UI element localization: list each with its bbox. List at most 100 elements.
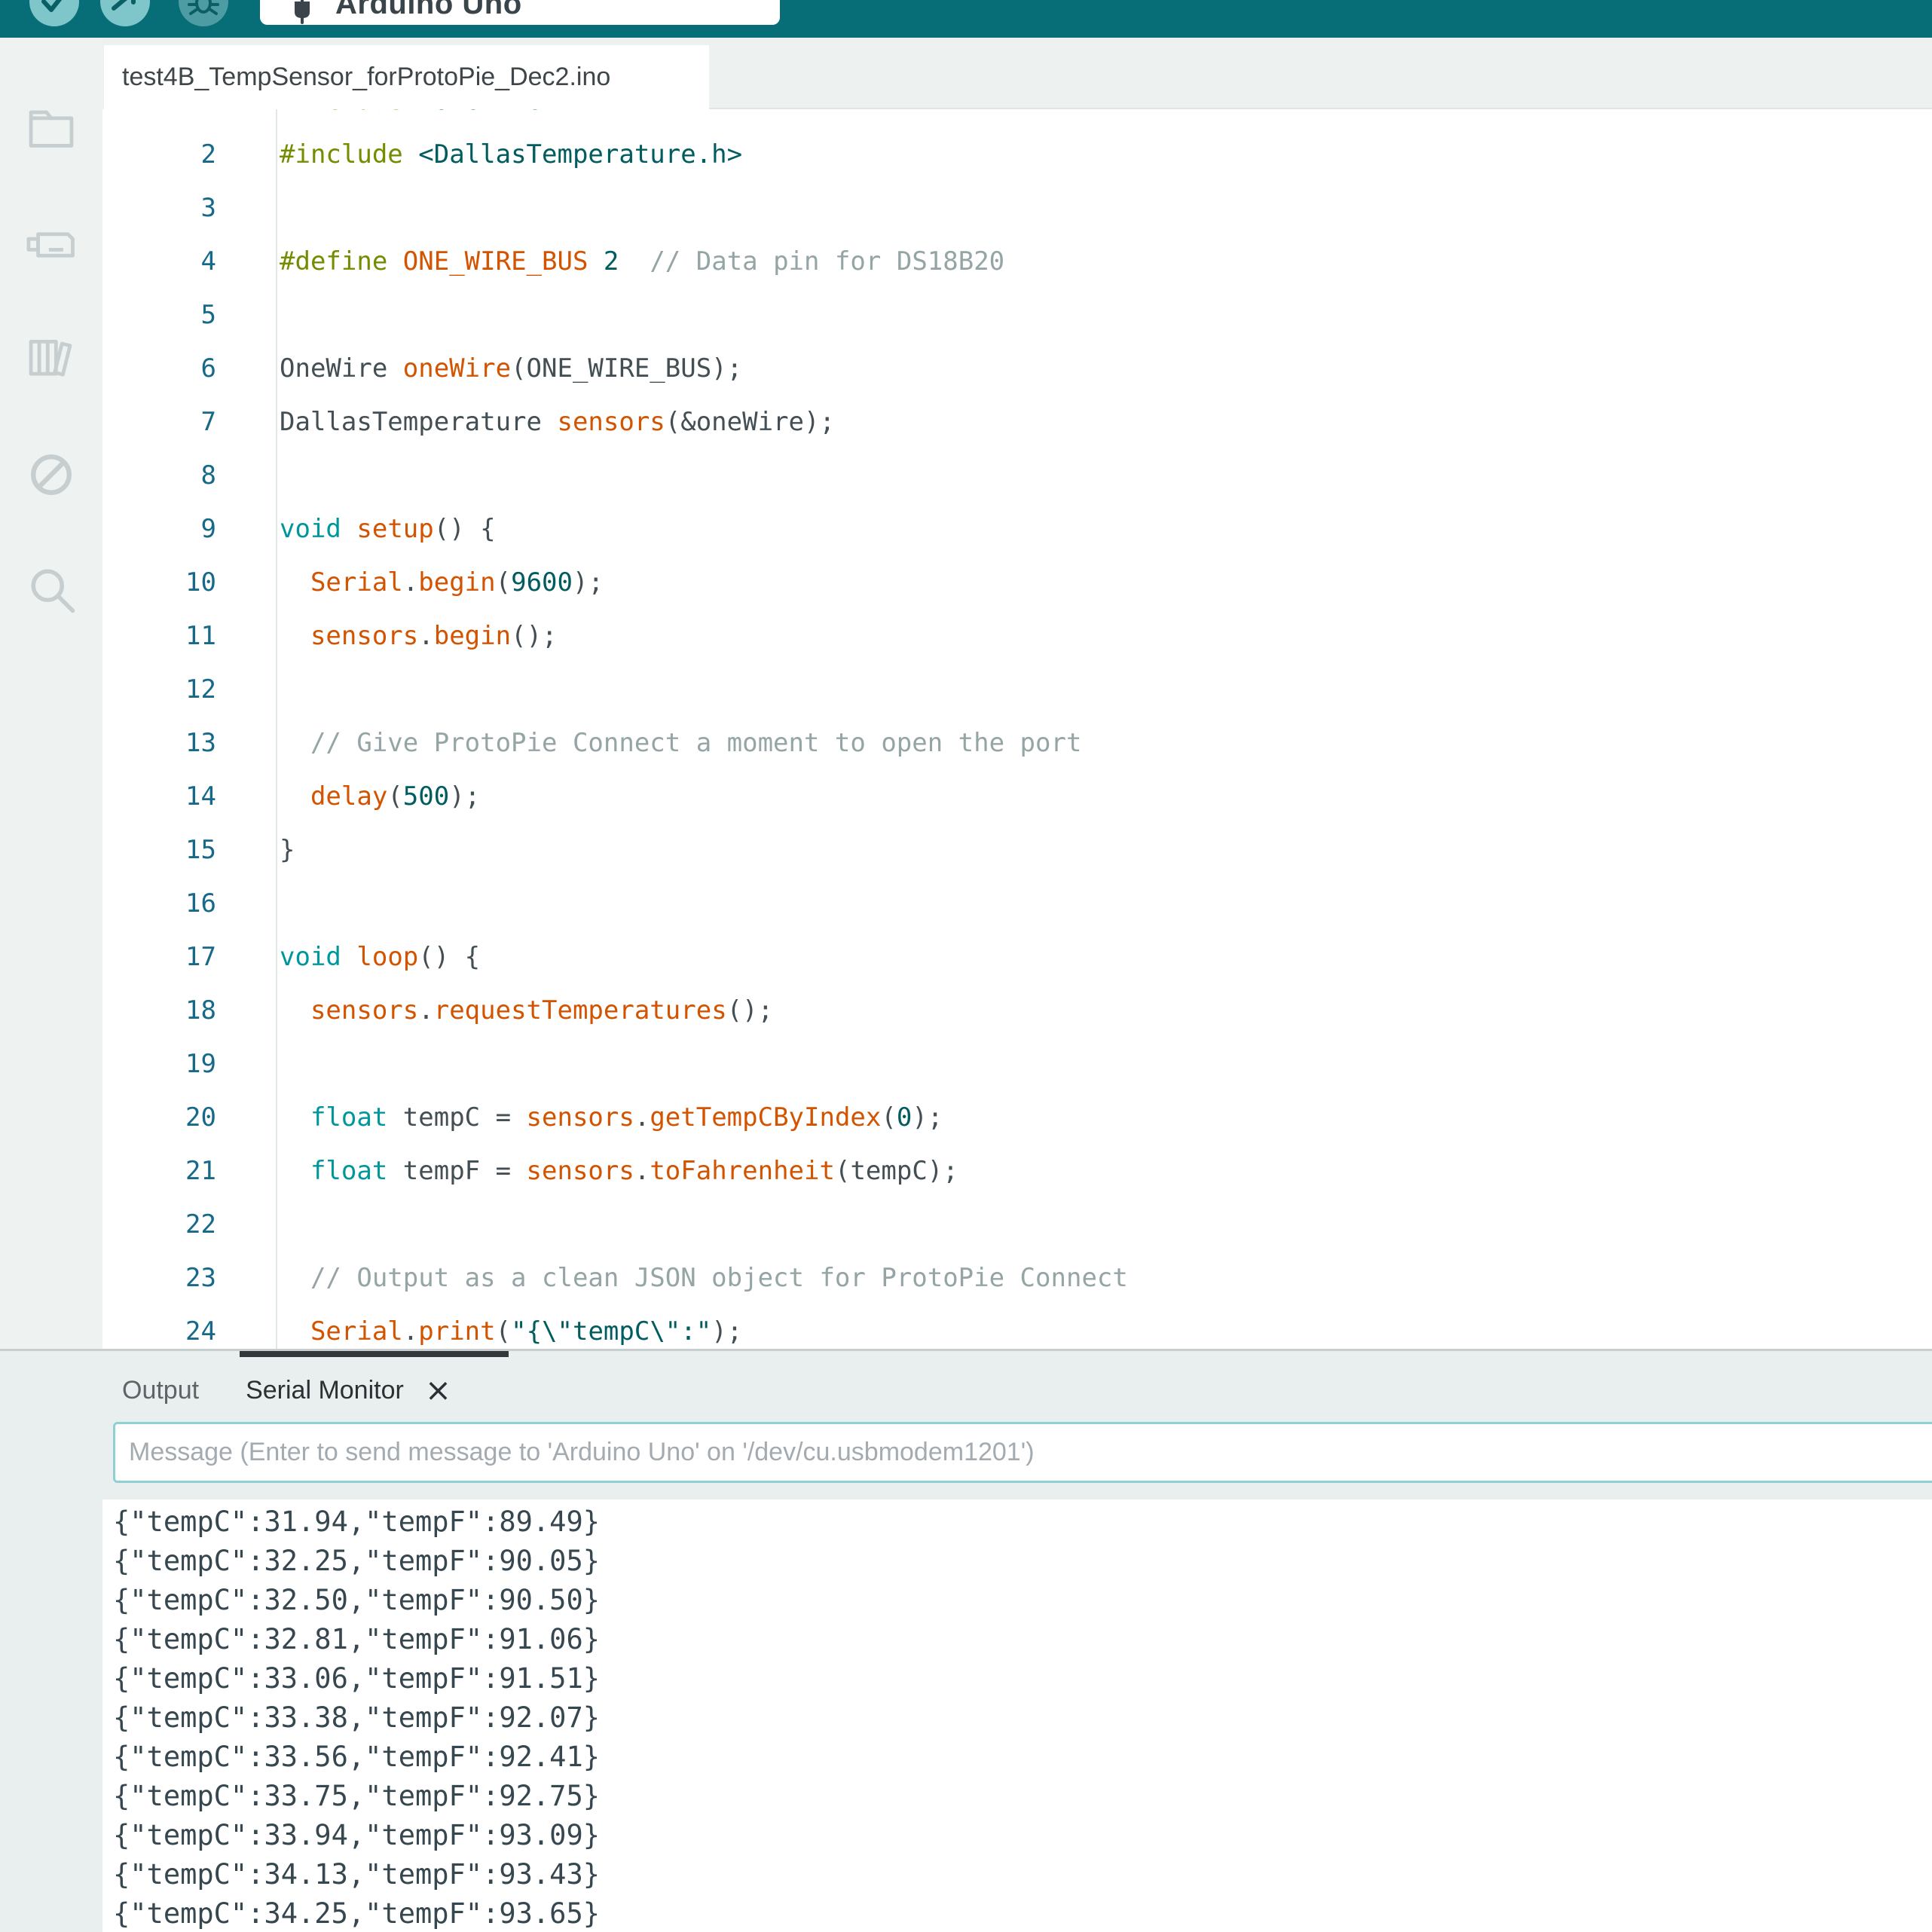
token-fn: delay [310,781,387,812]
token-pln: OneWire [280,353,403,384]
token-fn: toFahrenheit [650,1156,835,1186]
board-selector-label: Arduino Uno [335,0,522,21]
token-fn: Serial [310,1316,403,1347]
code-line: 17void loop() { [102,931,1932,984]
token-pln: (); [511,621,557,651]
code-text [216,663,280,717]
token-fn: oneWire [403,353,511,384]
serial-line: {"tempC":34.13,"tempF":93.43} [102,1855,1932,1894]
token-pln: tempC = [387,1102,526,1133]
close-icon[interactable]: × [425,1374,451,1406]
line-number: 12 [102,663,216,717]
token-pln [280,1102,310,1133]
token-pln [280,621,310,651]
folder-icon [23,98,80,155]
sidebar-item-debug[interactable] [22,445,81,504]
code-text: delay(500); [216,770,480,824]
arduino-ide-window: Arduino Uno test4B_TempSensor_forProtoPi… [0,0,1932,1932]
tab-sketch-file[interactable]: test4B_TempSensor_forProtoPie_Dec2.ino [104,45,709,109]
token-pln: (tempC); [835,1156,958,1186]
code-line: 9void setup() { [102,503,1932,556]
sidebar-item-search[interactable] [22,560,81,619]
code-line: 16 [102,877,1932,931]
token-pln [403,139,418,170]
token-fn: sensors [527,1156,634,1186]
code-line: 23 // Output as a clean JSON object for … [102,1252,1932,1305]
tab-output-label: Output [122,1376,199,1405]
sidebar-item-library-manager[interactable] [22,328,81,387]
debug-button[interactable] [179,0,228,26]
token-pln [280,1263,310,1293]
code-line: 22 [102,1198,1932,1252]
code-line: 18 sensors.requestTemperatures(); [102,984,1932,1038]
token-pln: ( [496,1316,511,1347]
board-selector-dropdown[interactable]: Arduino Uno [260,0,780,25]
token-pln: . [403,567,418,598]
sidebar-item-boards-manager[interactable] [22,216,81,274]
code-lines: 1#include <OneWire.h>2#include <DallasTe… [102,109,1932,1349]
serial-line: {"tempC":33.06,"tempF":91.51} [102,1659,1932,1698]
verify-button[interactable] [29,0,79,26]
line-number: 7 [102,396,216,449]
tab-serial-monitor[interactable]: Serial Monitor × [246,1374,451,1406]
token-pln: (&oneWire); [665,407,835,437]
token-kw: float [310,1156,387,1186]
token-fn: print [418,1316,495,1347]
code-line: 10 Serial.begin(9600); [102,556,1932,610]
code-text: // Output as a clean JSON object for Pro… [216,1252,1128,1305]
token-pln: . [403,1316,418,1347]
serial-monitor-output[interactable]: {"tempC":31.94,"tempF":89.49}{"tempC":32… [102,1499,1932,1932]
token-pln: . [634,1102,650,1133]
code-line: 8 [102,449,1932,503]
code-text [216,182,280,235]
sidebar-item-sketchbook[interactable] [22,97,81,156]
code-text: } [216,824,295,877]
tab-output[interactable]: Output [122,1376,199,1405]
token-pln: ( [496,567,511,598]
token-kw: void [280,514,341,544]
code-text: Serial.begin(9600); [216,556,604,610]
token-pln: } [280,835,295,865]
code-text: void setup() { [216,503,496,556]
code-text: #define ONE_WIRE_BUS 2 // Data pin for D… [216,235,1004,289]
token-lit: 2 [604,246,619,277]
code-line: 12 [102,663,1932,717]
line-number: 18 [102,984,216,1038]
line-number: 5 [102,289,216,342]
code-line: 3 [102,182,1932,235]
token-fn: Serial [310,567,403,598]
code-editor[interactable]: 1#include <OneWire.h>2#include <DallasTe… [102,109,1932,1349]
token-fn: requestTemperatures [434,995,727,1026]
activity-sidebar [0,38,102,1349]
line-number: 4 [102,235,216,289]
token-pln: ); [573,567,604,598]
code-text: sensors.requestTemperatures(); [216,984,773,1038]
token-com: // Output as a clean JSON object for Pro… [310,1263,1128,1293]
token-pln [403,109,418,116]
code-text [216,877,280,931]
code-line: 13 // Give ProtoPie Connect a moment to … [102,717,1932,770]
token-com: // Data pin for DS18B20 [619,246,1004,277]
token-lit: 9600 [511,567,573,598]
serial-message-input[interactable] [113,1422,1932,1483]
token-pln [341,942,356,972]
token-kw: float [310,1102,387,1133]
token-lit: "{\"tempC\":" [511,1316,711,1347]
line-number: 11 [102,610,216,663]
token-kw: void [280,942,341,972]
line-number: 22 [102,1198,216,1252]
line-number: 2 [102,128,216,182]
serial-line: {"tempC":33.38,"tempF":92.07} [102,1698,1932,1738]
code-line: 1#include <OneWire.h> [102,109,1932,128]
bug-icon [186,0,221,19]
code-text [216,289,280,342]
code-text: float tempF = sensors.toFahrenheit(tempC… [216,1145,958,1198]
tab-filename: test4B_TempSensor_forProtoPie_Dec2.ino [122,63,610,92]
serial-line: {"tempC":32.25,"tempF":90.05} [102,1542,1932,1581]
token-fn: getTempCByIndex [650,1102,881,1133]
token-pln: ); [449,781,480,812]
serial-line: {"tempC":33.94,"tempF":93.09} [102,1816,1932,1855]
token-pre: #include [280,109,403,116]
upload-button[interactable] [100,0,150,26]
line-number: 19 [102,1038,216,1091]
